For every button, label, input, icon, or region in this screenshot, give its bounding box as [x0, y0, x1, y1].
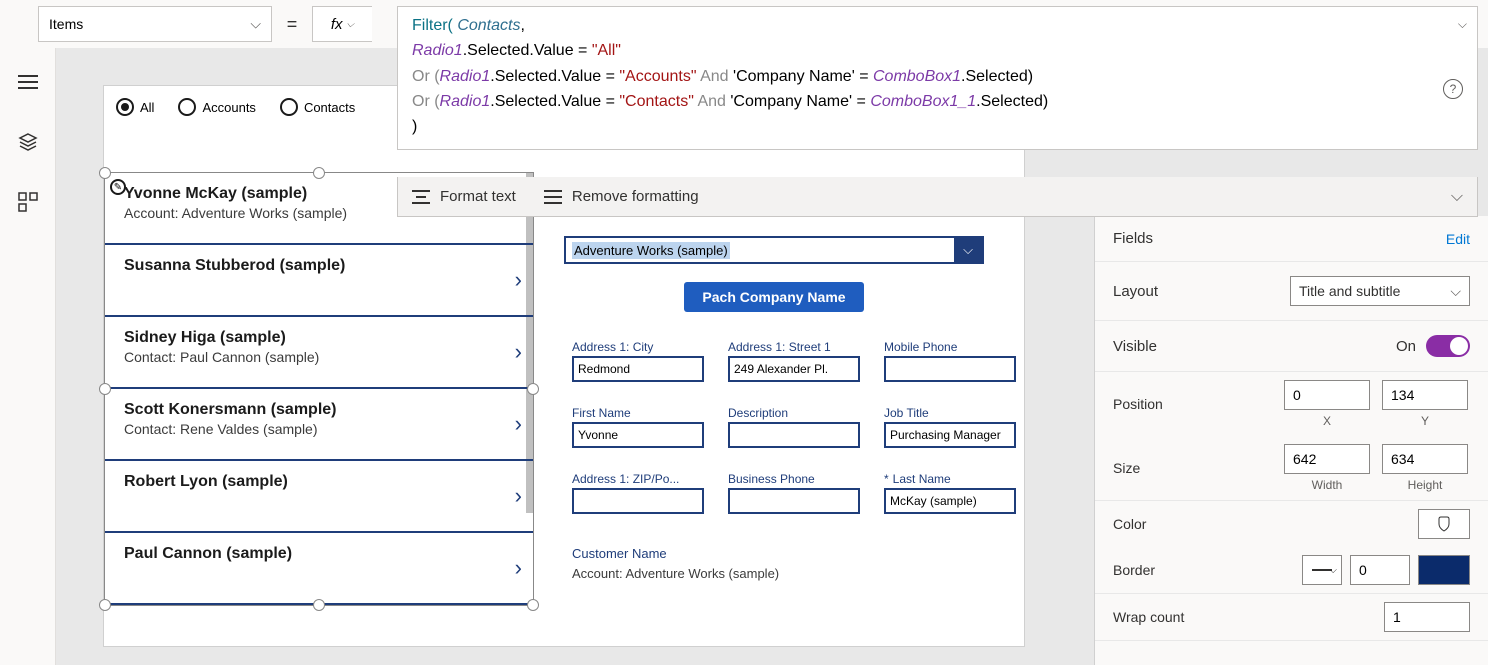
prop-row-wrap: Wrap count	[1095, 594, 1488, 641]
position-x-input[interactable]	[1284, 380, 1370, 410]
input-zip[interactable]	[572, 488, 704, 514]
field-job-title: Job TitlePurchasing Manager	[884, 406, 1016, 448]
chevron-down-icon[interactable]: ⌵	[1458, 15, 1467, 34]
app-screen: AllAccountsContacts ✎Yvonne McKay (sampl…	[104, 86, 1024, 646]
edit-fields-link[interactable]: Edit	[1446, 231, 1470, 247]
company-combobox[interactable]: Adventure Works (sample) ⌵	[564, 236, 984, 264]
prop-row-border: Border ⌵	[1095, 547, 1488, 594]
prop-row-color: Color	[1095, 501, 1488, 547]
hamburger-icon[interactable]	[16, 70, 40, 94]
resize-handle[interactable]	[313, 167, 325, 179]
size-height-input[interactable]	[1382, 444, 1468, 474]
input-address-city[interactable]: Redmond	[572, 356, 704, 382]
size-width-input[interactable]	[1284, 444, 1370, 474]
position-y-input[interactable]	[1382, 380, 1468, 410]
radio-group[interactable]: All Accounts Contacts	[116, 98, 355, 116]
resize-handle[interactable]	[99, 383, 111, 395]
prop-row-layout: Layout Title and subtitle⌵	[1095, 262, 1488, 321]
border-color-picker[interactable]	[1418, 555, 1470, 585]
field-description: Description	[728, 406, 860, 448]
color-picker[interactable]	[1418, 509, 1470, 539]
border-width-input[interactable]	[1350, 555, 1410, 585]
chevron-down-icon: ⌵	[250, 16, 261, 33]
formula-bar[interactable]: ⌵ ? Filter( Contacts, Radio1.Selected.Va…	[397, 6, 1478, 150]
field-mobile-phone: Mobile Phone	[884, 340, 1016, 382]
resize-handle[interactable]	[313, 599, 325, 611]
equals-label: =	[272, 0, 312, 48]
resize-handle[interactable]	[99, 167, 111, 179]
input-job-title[interactable]: Purchasing Manager	[884, 422, 1016, 448]
resize-handle[interactable]	[99, 599, 111, 611]
properties-panel: Fields Edit Layout Title and subtitle⌵ V…	[1094, 216, 1488, 665]
field-last-name: Last NameMcKay (sample)	[884, 472, 1016, 514]
selection-outline	[104, 172, 534, 606]
chevron-down-icon: ⌵	[1450, 283, 1461, 300]
resize-handle[interactable]	[527, 599, 539, 611]
formula-format-toolbar: Format text Remove formatting ⌵	[397, 177, 1478, 217]
prop-row-size: Size Width Height	[1095, 436, 1488, 501]
grid-icon[interactable]	[16, 190, 40, 214]
format-text-icon	[412, 190, 430, 204]
wrap-count-input[interactable]	[1384, 602, 1470, 632]
visible-toggle[interactable]	[1426, 335, 1470, 357]
prop-row-visible: Visible On	[1095, 321, 1488, 372]
field-address-street: Address 1: Street 1249 Alexander Pl.	[728, 340, 860, 382]
radio-option[interactable]: All	[116, 98, 154, 116]
format-text-button[interactable]: Format text	[412, 188, 516, 205]
chevron-down-icon[interactable]: ⌵	[954, 238, 982, 262]
remove-formatting-button[interactable]: Remove formatting	[544, 188, 699, 205]
customer-name-value: Account: Adventure Works (sample)	[572, 566, 779, 581]
help-icon[interactable]: ?	[1443, 79, 1463, 99]
customer-name-label: Customer Name	[572, 546, 667, 561]
input-mobile-phone[interactable]	[884, 356, 1016, 382]
field-business-phone: Business Phone	[728, 472, 860, 514]
input-business-phone[interactable]	[728, 488, 860, 514]
chevron-down-icon[interactable]: ⌵	[1451, 188, 1463, 206]
chevron-down-icon: ⌵	[347, 19, 355, 30]
input-last-name[interactable]: McKay (sample)	[884, 488, 1016, 514]
field-address-city: Address 1: CityRedmond	[572, 340, 704, 382]
layers-icon[interactable]	[16, 130, 40, 154]
prop-row-position: Position X Y	[1095, 372, 1488, 436]
field-first-name: First NameYvonne	[572, 406, 704, 448]
resize-handle[interactable]	[527, 383, 539, 395]
patch-company-button[interactable]: Pach Company Name	[684, 282, 864, 312]
fx-button[interactable]: fx⌵	[312, 6, 372, 42]
left-nav-rail	[0, 48, 56, 665]
input-address-street[interactable]: 249 Alexander Pl.	[728, 356, 860, 382]
input-description[interactable]	[728, 422, 860, 448]
field-zip: Address 1: ZIP/Po...	[572, 472, 704, 514]
radio-option[interactable]: Accounts	[178, 98, 255, 116]
border-style-select[interactable]: ⌵	[1302, 555, 1342, 585]
layout-select[interactable]: Title and subtitle⌵	[1290, 276, 1470, 306]
input-first-name[interactable]: Yvonne	[572, 422, 704, 448]
remove-formatting-icon	[544, 190, 562, 204]
radio-option[interactable]: Contacts	[280, 98, 355, 116]
prop-row-fields: Fields Edit	[1095, 216, 1488, 262]
property-selector[interactable]: Items ⌵	[38, 6, 272, 42]
